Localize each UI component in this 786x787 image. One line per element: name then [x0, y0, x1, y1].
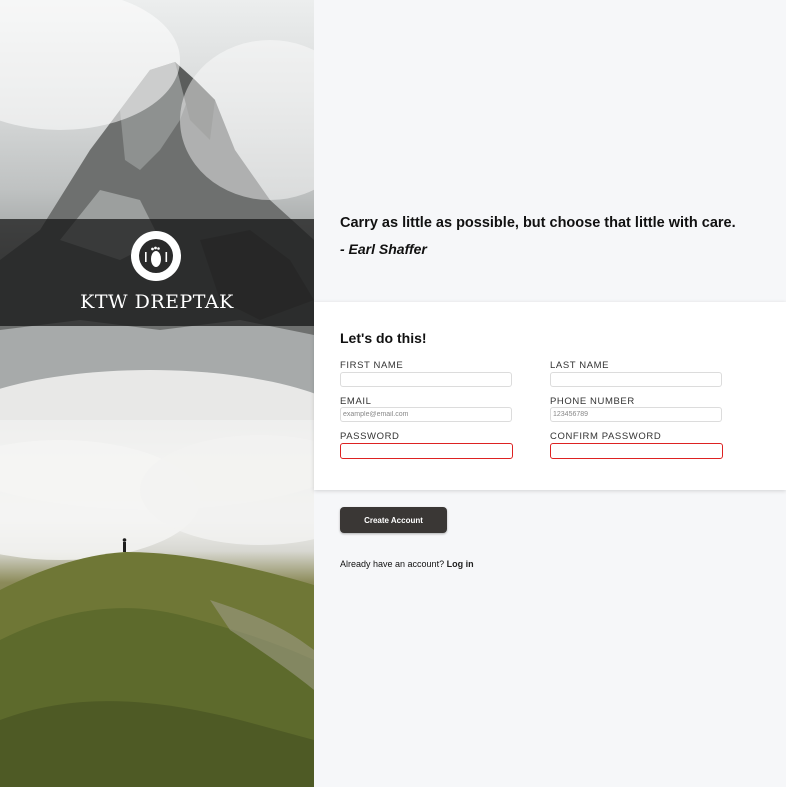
signup-form-card: Let's do this! FIRST NAME LAST NAME EMAI… — [314, 302, 786, 490]
login-prompt-text: Already have an account? — [340, 559, 445, 569]
login-prompt: Already have an account? Log in — [340, 559, 474, 569]
phone-label: PHONE NUMBER — [550, 396, 635, 407]
form-title: Let's do this! — [340, 330, 427, 346]
quote-block: Carry as little as possible, but choose … — [340, 215, 760, 257]
quote-text: Carry as little as possible, but choose … — [340, 215, 736, 231]
last-name-label: LAST NAME — [550, 360, 610, 371]
login-link[interactable]: Log in — [447, 559, 474, 569]
brand-name: KTW DREPTAK — [80, 291, 234, 313]
first-name-input[interactable] — [340, 372, 512, 387]
password-input[interactable] — [340, 443, 513, 459]
confirm-password-label: CONFIRM PASSWORD — [550, 431, 662, 442]
email-input[interactable] — [340, 407, 512, 422]
confirm-password-input[interactable] — [550, 443, 723, 459]
password-label: PASSWORD — [340, 431, 400, 442]
create-account-button[interactable]: Create Account — [340, 507, 447, 533]
phone-input[interactable] — [550, 407, 722, 422]
email-label: EMAIL — [340, 396, 372, 407]
mountain-landscape — [0, 0, 314, 787]
last-name-input[interactable] — [550, 372, 722, 387]
hero-image: KTW DREPTAK — [0, 0, 314, 787]
footprint-logo-icon — [131, 231, 181, 281]
quote-author: - Earl Shaffer — [340, 241, 427, 257]
first-name-label: FIRST NAME — [340, 360, 404, 371]
